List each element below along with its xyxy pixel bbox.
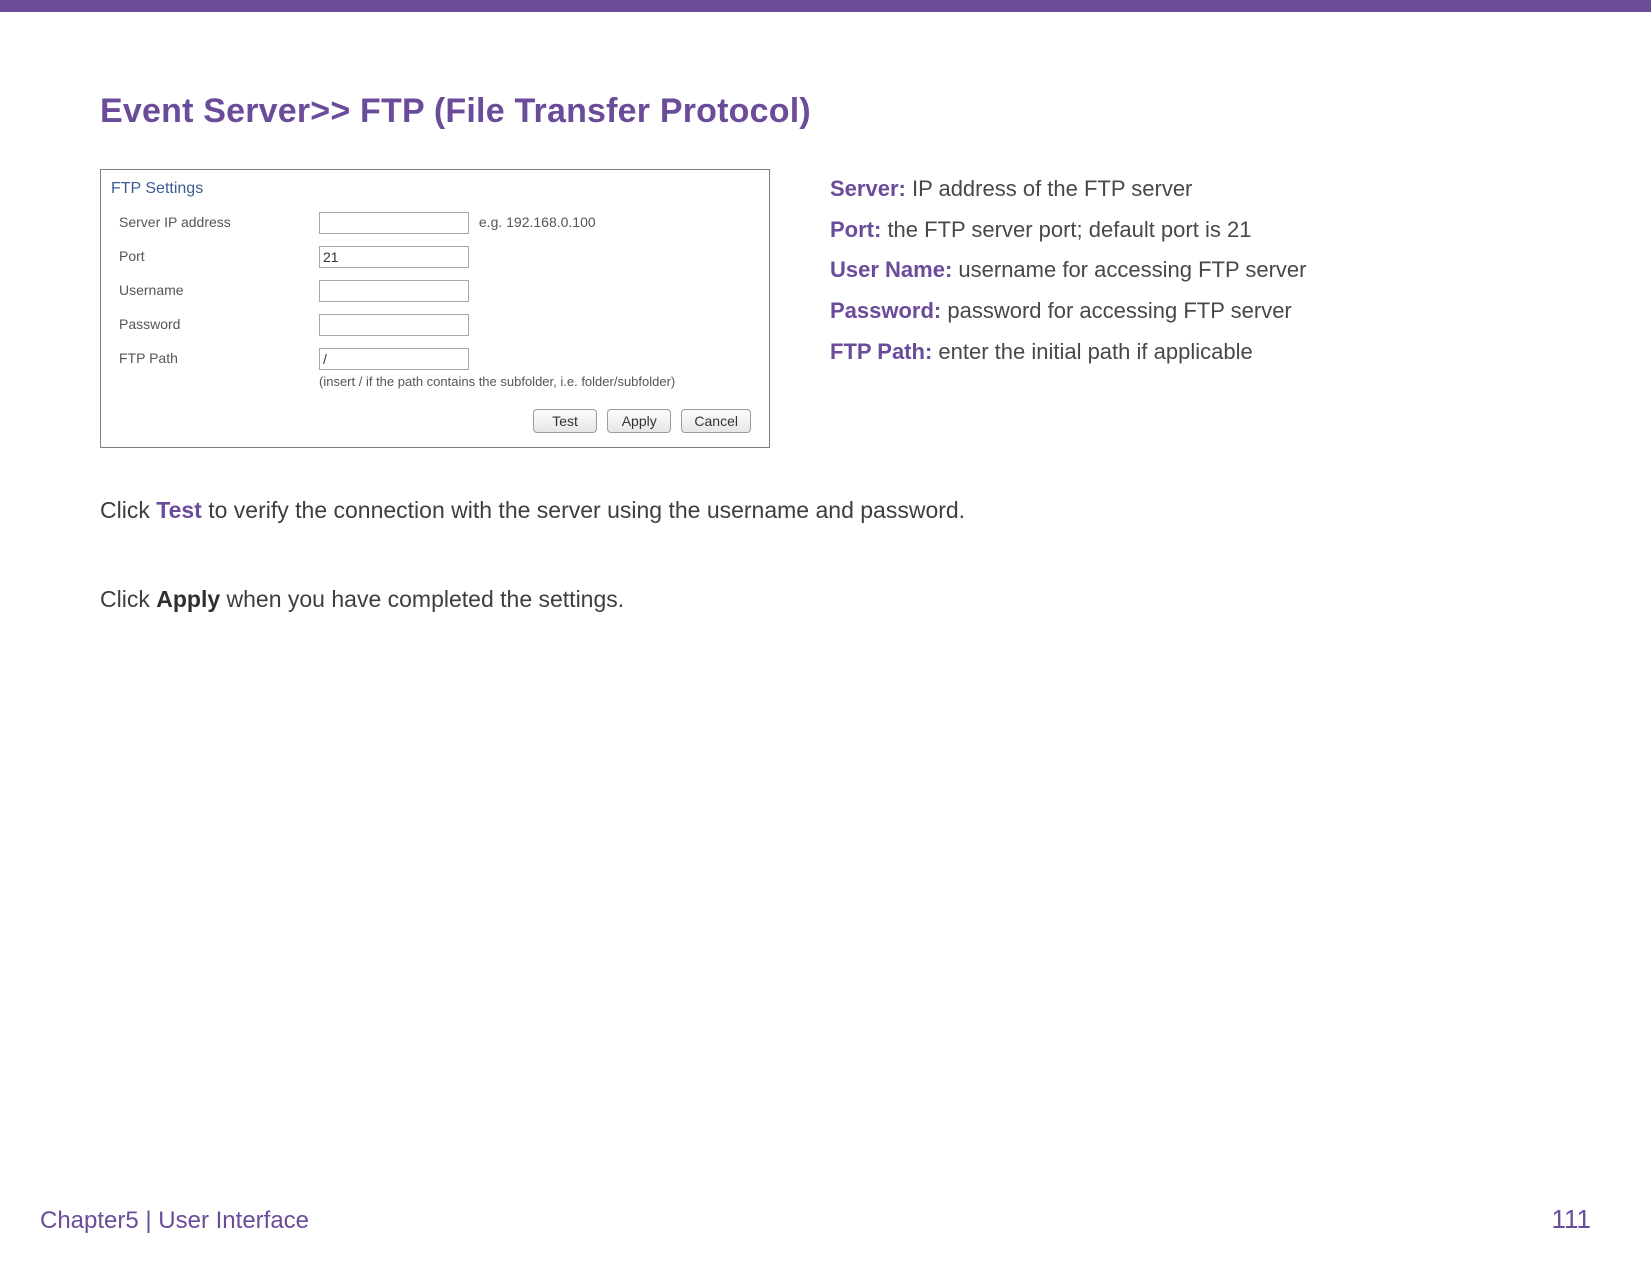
desc-ftppath-label: FTP Path: (830, 339, 932, 364)
username-input[interactable] (319, 280, 469, 302)
top-accent-bar (0, 0, 1651, 12)
row-ftp-path: FTP Path (insert / if the path contains … (119, 342, 751, 395)
label-username: Username (119, 280, 319, 298)
footer-chapter: Chapter5 | User Interface (40, 1207, 309, 1235)
two-column-layout: FTP Settings Server IP address e.g. 192.… (100, 169, 1551, 448)
page-content: Event Server>> FTP (File Transfer Protoc… (0, 12, 1651, 618)
row-server-ip: Server IP address e.g. 192.168.0.100 (119, 206, 751, 240)
page-footer: Chapter5 | User Interface 111 (0, 1204, 1651, 1235)
test-button[interactable]: Test (533, 409, 597, 433)
desc-server-text: IP address of the FTP server (906, 176, 1193, 201)
label-server-ip: Server IP address (119, 212, 319, 230)
desc-username: User Name: username for accessing FTP se… (830, 250, 1306, 291)
desc-server: Server: IP address of the FTP server (830, 169, 1306, 210)
server-ip-hint: e.g. 192.168.0.100 (479, 214, 596, 230)
desc-server-label: Server: (830, 176, 906, 201)
desc-port-text: the FTP server port; default port is 21 (881, 217, 1251, 242)
ftp-path-hint: (insert / if the path contains the subfo… (319, 374, 751, 389)
server-ip-input[interactable] (319, 212, 469, 234)
desc-ftppath-text: enter the initial path if applicable (932, 339, 1252, 364)
label-ftp-path: FTP Path (119, 348, 319, 366)
ftp-settings-panel: FTP Settings Server IP address e.g. 192.… (100, 169, 770, 448)
ftp-path-input[interactable] (319, 348, 469, 370)
desc-username-text: username for accessing FTP server (952, 257, 1306, 282)
label-port: Port (119, 246, 319, 264)
ftp-panel-body: Server IP address e.g. 192.168.0.100 Por… (101, 204, 769, 447)
port-input[interactable] (319, 246, 469, 268)
instr-apply-pre: Click (100, 586, 156, 612)
instr-apply-word: Apply (156, 586, 220, 612)
label-password: Password (119, 314, 319, 332)
instr-apply-post: when you have completed the settings. (220, 586, 624, 612)
ftp-panel-title: FTP Settings (101, 170, 769, 204)
row-username: Username (119, 274, 751, 308)
row-port: Port (119, 240, 751, 274)
instr-test-word: Test (156, 497, 202, 523)
desc-password-label: Password: (830, 298, 941, 323)
field-descriptions: Server: IP address of the FTP server Por… (830, 169, 1306, 372)
instruction-apply: Click Apply when you have completed the … (100, 581, 1551, 618)
desc-username-label: User Name: (830, 257, 952, 282)
desc-password: Password: password for accessing FTP ser… (830, 291, 1306, 332)
desc-password-text: password for accessing FTP server (941, 298, 1292, 323)
desc-port: Port: the FTP server port; default port … (830, 210, 1306, 251)
instr-test-post: to verify the connection with the server… (202, 497, 965, 523)
row-password: Password (119, 308, 751, 342)
cancel-button[interactable]: Cancel (681, 409, 751, 433)
page-title: Event Server>> FTP (File Transfer Protoc… (100, 92, 1551, 131)
password-input[interactable] (319, 314, 469, 336)
desc-ftppath: FTP Path: enter the initial path if appl… (830, 332, 1306, 373)
button-row: Test Apply Cancel (119, 395, 751, 433)
footer-page-number: 111 (1551, 1204, 1591, 1235)
apply-button[interactable]: Apply (607, 409, 671, 433)
instr-test-pre: Click (100, 497, 156, 523)
desc-port-label: Port: (830, 217, 881, 242)
instruction-test: Click Test to verify the connection with… (100, 492, 1551, 529)
